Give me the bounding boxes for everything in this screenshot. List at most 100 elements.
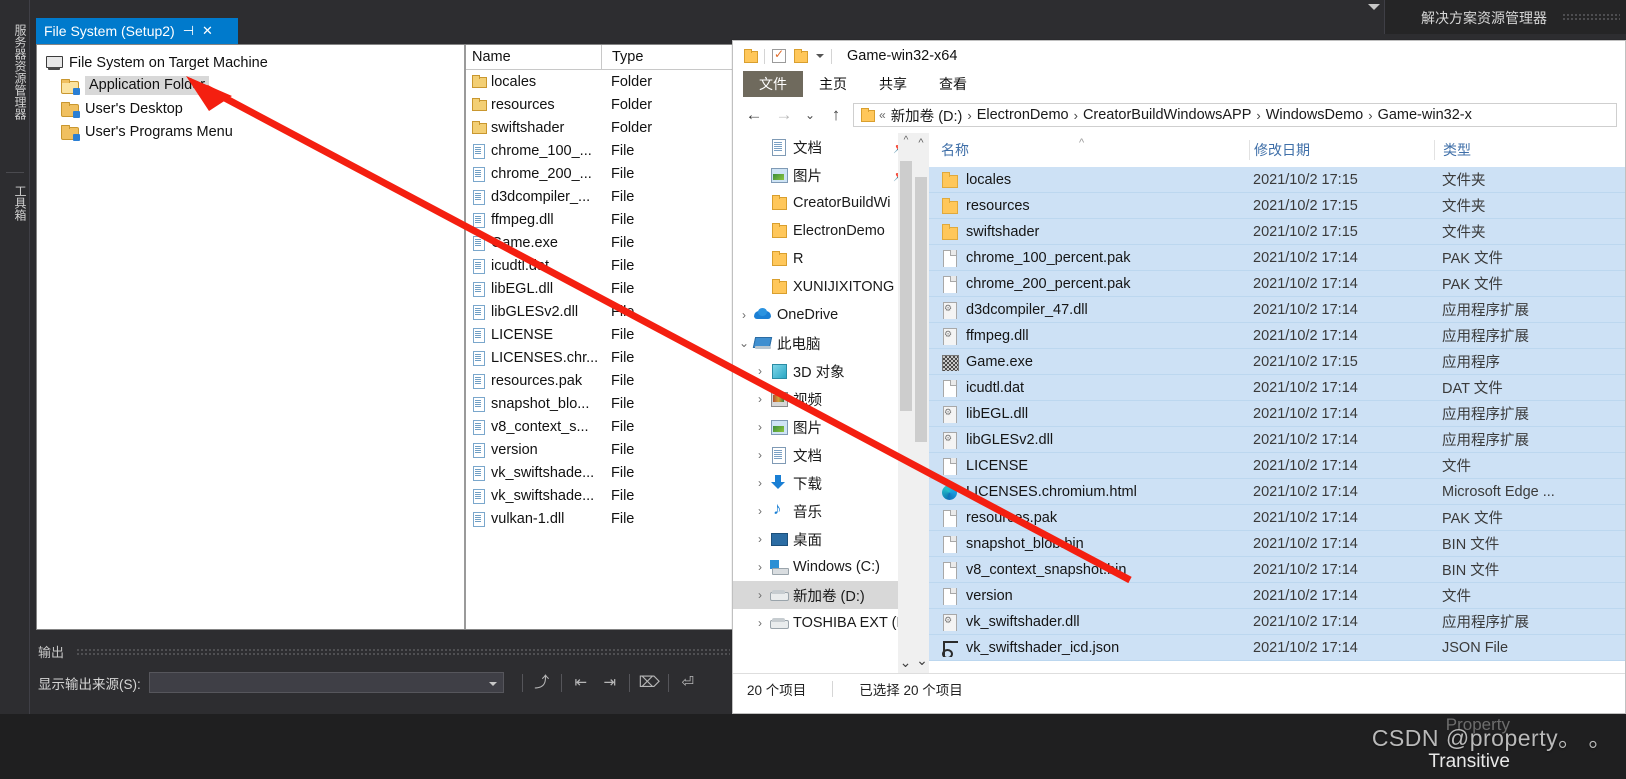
- nav-scrollbar-thumb[interactable]: [900, 161, 912, 411]
- chevron-down-icon[interactable]: [488, 682, 497, 686]
- nav-item-5[interactable]: XUNIJIXITONG: [733, 273, 913, 301]
- expander-icon[interactable]: ›: [751, 616, 769, 630]
- forward-button[interactable]: →: [771, 103, 797, 127]
- tab-file[interactable]: 文件: [743, 71, 803, 97]
- scroll-down-icon[interactable]: ⌄: [915, 652, 929, 669]
- server-explorer-rail-tab[interactable]: 服务器资源管理器: [4, 24, 27, 164]
- back-button[interactable]: ←: [741, 103, 767, 127]
- expander-icon[interactable]: ›: [751, 560, 769, 574]
- designer-list-row[interactable]: version File: [466, 438, 735, 461]
- file-row[interactable]: resources.pak 2021/10/2 17:14 PAK 文件: [929, 505, 1625, 531]
- designer-list-row[interactable]: snapshot_blo... File: [466, 392, 735, 415]
- expander-icon[interactable]: ›: [751, 364, 769, 378]
- expander-icon[interactable]: ›: [751, 392, 769, 406]
- designer-list-row[interactable]: chrome_100_... File: [466, 139, 735, 162]
- nav-scrollbar[interactable]: ^ ⌄: [898, 133, 913, 673]
- file-row[interactable]: LICENSES.chromium.html 2021/10/2 17:14 Mic…: [929, 479, 1625, 505]
- tree-node-users-desktop[interactable]: User's Desktop: [37, 97, 464, 120]
- nav-item-10[interactable]: › 图片: [733, 413, 913, 441]
- nav-item-14[interactable]: › 桌面: [733, 525, 913, 553]
- designer-list-row[interactable]: libEGL.dll File: [466, 277, 735, 300]
- designer-list-row[interactable]: vk_swiftshade... File: [466, 461, 735, 484]
- designer-list-row[interactable]: LICENSE File: [466, 323, 735, 346]
- file-row[interactable]: icudtl.dat 2021/10/2 17:14 DAT 文件: [929, 375, 1625, 401]
- file-list-scrollbar-thumb[interactable]: [915, 177, 927, 442]
- expander-icon[interactable]: ›: [751, 504, 769, 518]
- target-machine-tree[interactable]: File System on Target Machine Applicatio…: [37, 45, 466, 629]
- nav-item-2[interactable]: CreatorBuildWi: [733, 189, 913, 217]
- breadcrumb-item-2[interactable]: CreatorBuildWindowsAPP: [1083, 107, 1251, 123]
- file-row[interactable]: vk_swiftshader.dll 2021/10/2 17:14 应用程序扩展: [929, 609, 1625, 635]
- designer-list-row[interactable]: LICENSES.chr... File: [466, 346, 735, 369]
- expander-icon[interactable]: ›: [751, 448, 769, 462]
- designer-list-row[interactable]: ffmpeg.dll File: [466, 208, 735, 231]
- designer-list-row[interactable]: swiftshader Folder: [466, 116, 735, 139]
- file-row[interactable]: v8_context_snapshot.bin 2021/10/2 17:14 BI…: [929, 557, 1625, 583]
- file-row[interactable]: d3dcompiler_47.dll 2021/10/2 17:14 应用程序扩展: [929, 297, 1625, 323]
- nav-item-9[interactable]: › 视频: [733, 385, 913, 413]
- tab-view[interactable]: 查看: [923, 71, 983, 97]
- designer-list-row[interactable]: resources Folder: [466, 93, 735, 116]
- file-row[interactable]: libEGL.dll 2021/10/2 17:14 应用程序扩展: [929, 401, 1625, 427]
- designer-list-row[interactable]: vk_swiftshade... File: [466, 484, 735, 507]
- expander-icon[interactable]: ›: [751, 420, 769, 434]
- breadcrumb-item-1[interactable]: ElectronDemo: [977, 107, 1069, 123]
- breadcrumb[interactable]: « 新加卷 (D:) › ElectronDemo › CreatorBuild…: [853, 103, 1617, 127]
- clear-icon[interactable]: ⌦: [639, 673, 660, 693]
- properties-check-icon[interactable]: [772, 47, 786, 63]
- nav-item-6[interactable]: › OneDrive: [733, 301, 913, 329]
- file-row[interactable]: libGLESv2.dll 2021/10/2 17:14 应用程序扩展: [929, 427, 1625, 453]
- column-header-date[interactable]: 修改日期: [1249, 140, 1434, 160]
- nav-item-1[interactable]: 图片📌: [733, 161, 913, 189]
- file-row[interactable]: chrome_200_percent.pak 2021/10/2 17:14 PAK…: [929, 271, 1625, 297]
- nav-item-7[interactable]: ⌄ 此电脑: [733, 329, 913, 357]
- outdent-icon[interactable]: ⇤: [571, 673, 591, 693]
- file-row[interactable]: snapshot_blob.bin 2021/10/2 17:14 BIN 文件: [929, 531, 1625, 557]
- jump-to-icon[interactable]: ⤴: [532, 673, 552, 693]
- nav-item-12[interactable]: › 下载: [733, 469, 913, 497]
- expander-icon[interactable]: ›: [751, 476, 769, 490]
- recent-locations-icon[interactable]: ⌄: [801, 103, 819, 127]
- expander-icon[interactable]: ›: [735, 308, 753, 322]
- designer-list-row[interactable]: d3dcompiler_... File: [466, 185, 735, 208]
- breadcrumb-item-4[interactable]: Game-win32-x: [1378, 107, 1472, 123]
- file-row[interactable]: LICENSE 2021/10/2 17:14 文件: [929, 453, 1625, 479]
- nav-item-0[interactable]: 文档📌: [733, 133, 913, 161]
- designer-list-row[interactable]: vulkan-1.dll File: [466, 507, 735, 530]
- scroll-up-icon[interactable]: ^: [915, 137, 927, 149]
- designer-list-row[interactable]: icudtl.dat File: [466, 254, 735, 277]
- scroll-up-icon[interactable]: ^: [900, 135, 912, 146]
- breadcrumb-overflow[interactable]: «: [879, 108, 886, 122]
- column-header-name[interactable]: 名称: [929, 140, 1249, 160]
- expander-icon[interactable]: ⌄: [735, 336, 753, 350]
- file-row[interactable]: chrome_100_percent.pak 2021/10/2 17:14 PAK…: [929, 245, 1625, 271]
- file-row[interactable]: ffmpeg.dll 2021/10/2 17:14 应用程序扩展: [929, 323, 1625, 349]
- column-header-type[interactable]: 类型: [1434, 140, 1625, 160]
- nav-item-16[interactable]: › 新加卷 (D:): [733, 581, 913, 609]
- breadcrumb-item-0[interactable]: 新加卷 (D:): [891, 105, 963, 126]
- tab-share[interactable]: 共享: [863, 71, 923, 97]
- nav-item-4[interactable]: R: [733, 245, 913, 273]
- nav-item-15[interactable]: › Windows (C:): [733, 553, 913, 581]
- up-button[interactable]: ↑: [823, 103, 849, 127]
- designer-list-row[interactable]: chrome_200_... File: [466, 162, 735, 185]
- document-tab-file-system[interactable]: File System (Setup2) ⊣ ✕: [36, 18, 238, 44]
- file-row[interactable]: version 2021/10/2 17:14 文件: [929, 583, 1625, 609]
- expander-icon[interactable]: ›: [751, 588, 769, 602]
- breadcrumb-item-3[interactable]: WindowsDemo: [1266, 107, 1364, 123]
- tree-node-application-folder[interactable]: Application Folder: [37, 74, 464, 97]
- file-row[interactable]: Game.exe 2021/10/2 17:15 应用程序: [929, 349, 1625, 375]
- scroll-down-icon[interactable]: ⌄: [899, 654, 912, 671]
- file-list-scrollbar[interactable]: ^ ⌄: [913, 133, 929, 673]
- file-row[interactable]: resources 2021/10/2 17:15 文件夹: [929, 193, 1625, 219]
- nav-item-13[interactable]: › 音乐: [733, 497, 913, 525]
- nav-item-3[interactable]: ElectronDemo: [733, 217, 913, 245]
- designer-list-row[interactable]: libGLESv2.dll File: [466, 300, 735, 323]
- indent-icon[interactable]: ⇥: [600, 673, 620, 693]
- tree-node-target-machine[interactable]: File System on Target Machine: [37, 51, 464, 74]
- tab-overflow-caret-icon[interactable]: [1368, 4, 1380, 10]
- nav-item-17[interactable]: › TOSHIBA EXT (I: [733, 609, 913, 637]
- toolbox-rail-tab[interactable]: 工具箱: [4, 185, 27, 245]
- nav-item-11[interactable]: › 文档: [733, 441, 913, 469]
- new-folder-icon[interactable]: [793, 49, 808, 63]
